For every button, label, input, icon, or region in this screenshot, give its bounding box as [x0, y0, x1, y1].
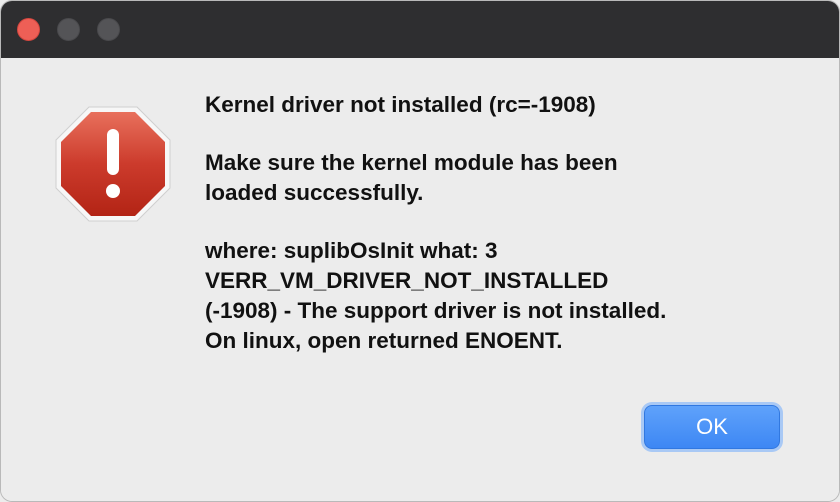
dialog-error-details: where: suplibOsInit what: 3 VERR_VM_DRIV…	[205, 238, 667, 353]
stop-alert-icon	[55, 106, 171, 222]
title-bar	[1, 1, 839, 58]
dialog-detail: Make sure the kernel module has been loa…	[205, 150, 618, 205]
dialog-content: Kernel driver not installed (rc=-1908) M…	[1, 58, 839, 501]
close-window-button[interactable]	[17, 18, 40, 41]
minimize-window-button[interactable]	[57, 18, 80, 41]
dialog-message: Kernel driver not installed (rc=-1908) M…	[205, 90, 805, 356]
dialog-window: Kernel driver not installed (rc=-1908) M…	[0, 0, 840, 502]
ok-button[interactable]: OK	[644, 405, 780, 449]
dialog-title: Kernel driver not installed (rc=-1908)	[205, 92, 596, 117]
zoom-window-button[interactable]	[97, 18, 120, 41]
